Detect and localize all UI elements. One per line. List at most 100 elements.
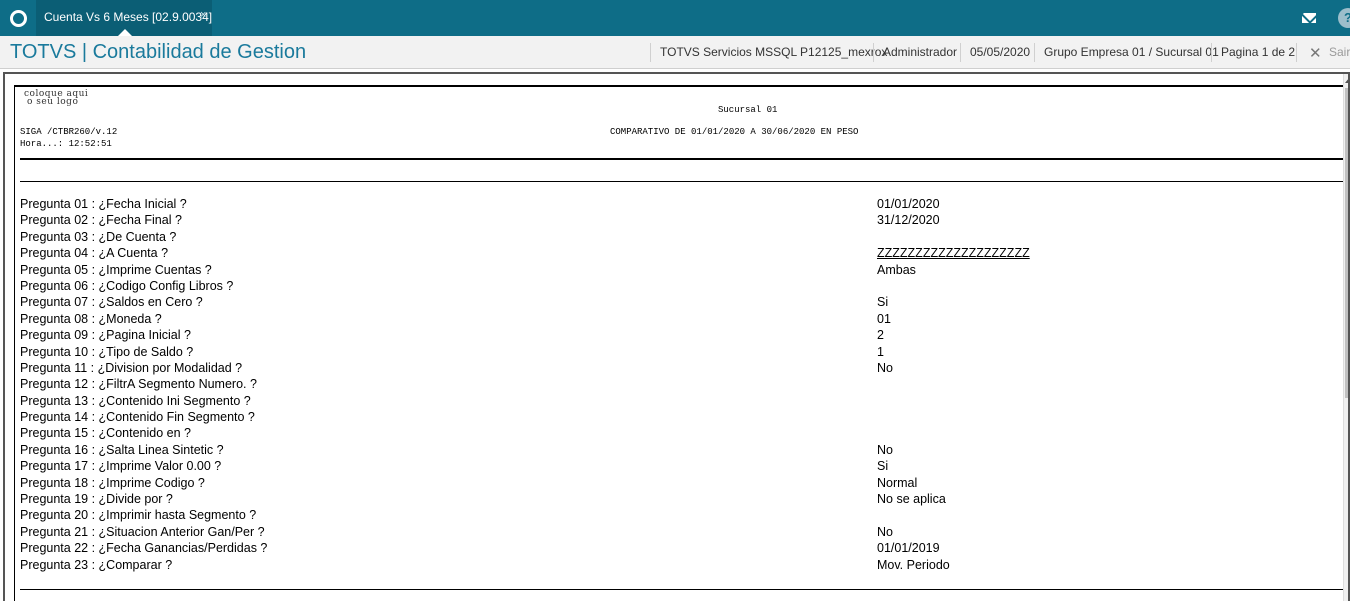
parameter-label: Pregunta 17 : ¿Imprime Valor 0.00 ? <box>20 459 222 474</box>
list-item: Pregunta 04 : ¿A Cuenta ? ZZZZZZZZZZZZZZZ… <box>20 246 1320 262</box>
parameter-value: 01 <box>877 311 891 326</box>
pagination-info: Pagina 1 de 2 <box>1221 45 1296 59</box>
logo-text-line: o seu logo <box>27 97 79 107</box>
parameter-label: Pregunta 07 : ¿Saldos en Cero ? <box>20 295 203 310</box>
header-divider <box>1296 43 1297 62</box>
parameter-value: 01/01/2019 <box>877 541 940 556</box>
parameter-label: Pregunta 16 : ¿Salta Linea Sintetic ? <box>20 442 224 457</box>
parameter-label: Pregunta 22 : ¿Fecha Ganancias/Perdidas … <box>20 541 268 556</box>
list-item: Pregunta 08 : ¿Moneda ? 01 <box>20 312 1320 328</box>
header-divider <box>1211 43 1212 62</box>
parameter-label: Pregunta 09 : ¿Pagina Inicial ? <box>20 328 191 343</box>
parameter-value: Si <box>877 459 889 474</box>
parameter-value: No <box>877 524 893 539</box>
parameter-label: Pregunta 03 : ¿De Cuenta ? <box>20 229 177 244</box>
parameter-label: Pregunta 02 : ¿Fecha Final ? <box>20 213 182 228</box>
parameter-label: Pregunta 05 : ¿Imprime Cuentas ? <box>20 262 212 277</box>
report-preview[interactable]: coloque aqui o seu logo Sucursal 01 SIGA… <box>3 72 1350 601</box>
list-item: Pregunta 21 : ¿Situacion Anterior Gan/Pe… <box>20 525 1320 541</box>
parameter-label: Pregunta 10 : ¿Tipo de Saldo ? <box>20 344 194 359</box>
parameter-label: Pregunta 23 : ¿Comparar ? <box>20 557 173 572</box>
list-item: Pregunta 11 : ¿Division por Modalidad ? N… <box>20 361 1320 377</box>
logo-placeholder: coloque aqui o seu logo <box>24 90 88 107</box>
report-divider <box>20 181 1345 182</box>
parameter-value: 2 <box>877 328 884 343</box>
scrollbar-thumb[interactable] <box>1345 88 1348 398</box>
list-item: Pregunta 14 : ¿Contenido Fin Segmento ? <box>20 410 1320 426</box>
date-info: 05/05/2020 <box>970 45 1031 59</box>
list-item: Pregunta 19 : ¿Divide por ? No se aplica <box>20 492 1320 508</box>
totvs-logo-icon[interactable] <box>0 0 36 36</box>
parameter-value: 31/12/2020 <box>877 213 940 228</box>
parameter-label: Pregunta 18 : ¿Imprime Codigo ? <box>20 475 205 490</box>
parameter-label: Pregunta 21 : ¿Situacion Anterior Gan/Pe… <box>20 524 265 539</box>
report-divider <box>20 158 1345 160</box>
header-divider <box>650 43 651 62</box>
environment-info: TOTVS Servicios MSSQL P12125_mexrox <box>660 45 888 59</box>
list-item: Pregunta 03 : ¿De Cuenta ? <box>20 230 1320 246</box>
close-icon[interactable]: ✕ <box>1309 44 1322 62</box>
parameter-label: Pregunta 19 : ¿Divide por ? <box>20 492 173 507</box>
tab-label: Cuenta Vs 6 Meses [02.9.0034] <box>44 10 213 24</box>
list-item: Pregunta 12 : ¿FiltrA Segmento Numero. ? <box>20 377 1320 393</box>
parameter-value: No se aplica <box>877 492 946 507</box>
parameter-value: Si <box>877 295 889 310</box>
parameter-value: No <box>877 442 893 457</box>
company-info: Grupo Empresa 01 / Sucursal 01 <box>1044 45 1219 59</box>
list-item: Pregunta 06 : ¿Codigo Config Libros ? <box>20 279 1320 295</box>
page-title: TOTVS | Contabilidad de Gestion <box>10 41 307 63</box>
parameter-value: 01/01/2020 <box>877 197 940 211</box>
parameter-label: Pregunta 15 : ¿Contenido en ? <box>20 426 191 441</box>
list-item: Pregunta 05 : ¿Imprime Cuentas ? Ambas <box>20 263 1320 279</box>
parameter-value: No <box>877 360 893 375</box>
parameter-label: Pregunta 04 : ¿A Cuenta ? <box>20 246 169 261</box>
top-tab-bar: Cuenta Vs 6 Meses [02.9.0034] × ? <box>0 0 1350 36</box>
exit-button[interactable]: Sair <box>1329 36 1350 69</box>
report-time: Hora...: 12:52:51 <box>20 139 112 149</box>
parameter-value: ZZZZZZZZZZZZZZZZZZZZ <box>877 246 1030 261</box>
parameter-label: Pregunta 14 : ¿Contenido Fin Segmento ? <box>20 410 255 425</box>
list-item: Pregunta 07 : ¿Saldos en Cero ? Si <box>20 295 1320 311</box>
parameter-label: Pregunta 08 : ¿Moneda ? <box>20 311 162 326</box>
list-item: Pregunta 16 : ¿Salta Linea Sintetic ? No <box>20 443 1320 459</box>
list-item: Pregunta 13 : ¿Contenido Ini Segmento ? <box>20 394 1320 410</box>
tab-cuenta-vs-6-meses[interactable]: Cuenta Vs 6 Meses [02.9.0034] × <box>36 0 212 36</box>
user-info: Administrador <box>883 45 958 59</box>
parameter-label: Pregunta 13 : ¿Contenido Ini Segmento ? <box>20 393 251 408</box>
list-item: Pregunta 02 : ¿Fecha Final ? 31/12/2020 <box>20 213 1320 229</box>
close-icon[interactable]: × <box>200 9 206 21</box>
list-item: Pregunta 22 : ¿Fecha Ganancias/Perdidas … <box>20 541 1320 557</box>
list-item: Pregunta 09 : ¿Pagina Inicial ? 2 <box>20 328 1320 344</box>
parameter-value: Normal <box>877 475 918 490</box>
report-branch: Sucursal 01 <box>718 105 778 115</box>
header-divider <box>873 43 874 62</box>
header-divider <box>1034 43 1035 62</box>
parameter-label: Pregunta 20 : ¿Imprimir hasta Segmento ? <box>20 508 257 523</box>
parameter-value: Mov. Periodo <box>877 557 950 572</box>
active-tab-indicator <box>118 29 132 36</box>
list-item: Pregunta 17 : ¿Imprime Valor 0.00 ? Si <box>20 459 1320 475</box>
list-item: Pregunta 01 : ¿Fecha Inicial ? 01/01/2020 <box>20 197 1320 213</box>
parameter-label: Pregunta 11 : ¿Division por Modalidad ? <box>20 360 243 375</box>
mail-icon[interactable] <box>1288 0 1330 36</box>
report-title: COMPARATIVO DE 01/01/2020 A 30/06/2020 E… <box>610 127 859 137</box>
app-header: TOTVS | Contabilidad de Gestion TOTVS Se… <box>0 36 1350 69</box>
parameter-list: Pregunta 01 : ¿Fecha Inicial ? 01/01/2020… <box>20 197 1320 574</box>
report-page: coloque aqui o seu logo Sucursal 01 SIGA… <box>14 85 1348 601</box>
parameter-label: Pregunta 01 : ¿Fecha Inicial ? <box>20 197 187 211</box>
parameter-label: Pregunta 12 : ¿FiltrA Segmento Numero. ? <box>20 377 257 392</box>
parameter-value: Ambas <box>877 262 916 277</box>
list-item: Pregunta 15 : ¿Contenido en ? <box>20 426 1320 442</box>
scroll-up-icon[interactable] <box>1345 78 1348 83</box>
help-icon[interactable]: ? <box>1338 8 1350 28</box>
list-item: Pregunta 18 : ¿Imprime Codigo ? Normal <box>20 476 1320 492</box>
report-divider <box>20 589 1345 590</box>
parameter-value: 1 <box>877 344 884 359</box>
list-item: Pregunta 20 : ¿Imprimir hasta Segmento ? <box>20 508 1320 524</box>
report-program: SIGA /CTBR260/v.12 <box>20 127 118 137</box>
header-divider <box>960 43 961 62</box>
vertical-scrollbar[interactable] <box>1343 74 1348 601</box>
list-item: Pregunta 10 : ¿Tipo de Saldo ? 1 <box>20 345 1320 361</box>
list-item: Pregunta 23 : ¿Comparar ? Mov. Periodo <box>20 558 1320 574</box>
parameter-label: Pregunta 06 : ¿Codigo Config Libros ? <box>20 278 234 293</box>
